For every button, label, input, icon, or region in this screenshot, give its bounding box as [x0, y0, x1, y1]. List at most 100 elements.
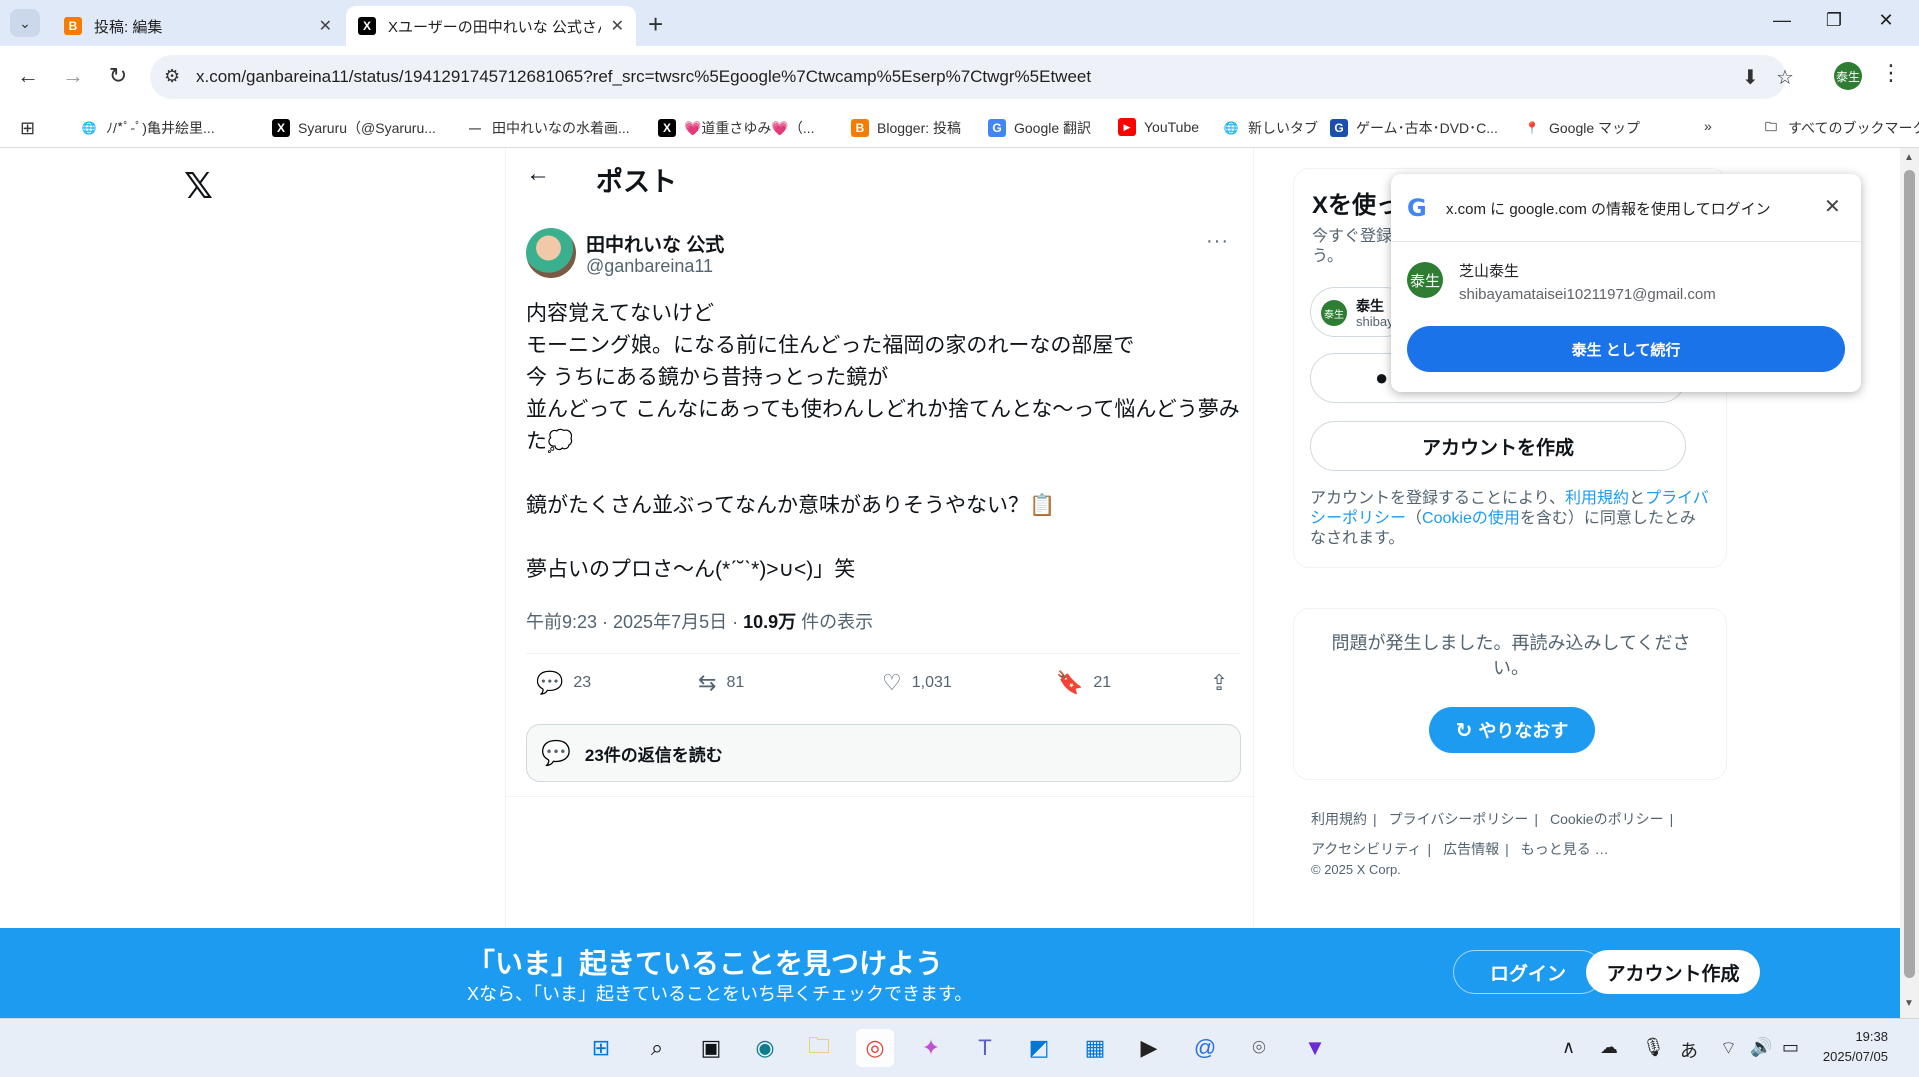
close-icon[interactable]: ✕	[1824, 194, 1841, 219]
bookmark-item[interactable]: G ゲーム･古本･DVD･C...	[1330, 118, 1498, 138]
teams-icon[interactable]: T	[966, 1029, 1004, 1067]
task-view-icon[interactable]: ▣	[692, 1029, 730, 1067]
signup-button[interactable]: アカウント作成	[1586, 950, 1760, 994]
bookmark-item[interactable]: — 田中れいなの水着画...	[466, 118, 630, 138]
bookmark-star-icon[interactable]: ☆	[1776, 65, 1794, 90]
avatar[interactable]	[526, 228, 576, 278]
reload-button[interactable]: ↻	[103, 61, 133, 91]
like-button[interactable]: ♡ 1,031	[882, 670, 952, 696]
author-name[interactable]: 田中れいな 公式	[586, 230, 724, 257]
youtube-icon: ▶	[1118, 118, 1136, 136]
scroll-up-icon[interactable]: ▲	[1904, 152, 1914, 163]
bookmark-item[interactable]: B Blogger: 投稿	[851, 118, 961, 138]
footer-link[interactable]: 利用規約	[1311, 811, 1367, 827]
login-button[interactable]: ログイン	[1453, 950, 1603, 994]
windows-taskbar: ⊞ ⌕ ▣ ◉ 🗀 ◎ ✦ T ◩ ▦ ▶ @ ⌾ ▼ ∧ ☁ 🎙 あ ⌔ 🔊 …	[0, 1018, 1919, 1077]
folder-icon: 🗀	[1764, 119, 1777, 134]
menu-icon[interactable]: ⋮	[1880, 60, 1902, 86]
close-icon[interactable]: ✕	[611, 16, 624, 36]
tab-x-post[interactable]: X Xユーザーの田中れいな 公式さん: 「内容覚えてないけど ✕	[346, 6, 636, 46]
bookmark-item[interactable]: ▶ YouTube	[1118, 118, 1199, 136]
terms-link[interactable]: 利用規約	[1565, 490, 1629, 507]
volume-icon[interactable]: 🔊	[1750, 1037, 1772, 1058]
retry-button[interactable]: ↻ やりなおす	[1429, 707, 1595, 753]
bookmark-item[interactable]: 🌐 ﾉ/*ﾟ-ﾟ)亀井絵里...	[80, 118, 215, 138]
start-icon[interactable]: ⊞	[582, 1029, 620, 1067]
scroll-thumb[interactable]	[1904, 170, 1915, 978]
footer-link[interactable]: もっと見る …	[1521, 841, 1609, 857]
search-icon[interactable]: ⌕	[638, 1029, 676, 1067]
onedrive-icon[interactable]: ☁	[1600, 1037, 1618, 1058]
microphone-icon[interactable]: 🎙	[1642, 1037, 1665, 1058]
all-bookmarks[interactable]: 🗀 すべてのブックマーク	[1762, 118, 1919, 138]
apps-icon[interactable]: ⊞	[20, 118, 35, 139]
heart-icon: ♡	[882, 670, 902, 695]
bookmark-item[interactable]: X 💗道重さゆみ💗（...	[658, 118, 815, 138]
tweet-timestamp[interactable]: 午前9:23 · 2025年7月5日 ·	[526, 612, 743, 632]
new-tab-button[interactable]: +	[648, 9, 663, 40]
reply-button[interactable]: 💬 23	[536, 670, 591, 696]
close-window-button[interactable]: ✕	[1866, 10, 1906, 31]
reply-icon: 💬	[541, 739, 571, 767]
store-icon[interactable]: ▦	[1076, 1029, 1114, 1067]
page-scrollbar[interactable]: ▲ ▼	[1900, 148, 1919, 1018]
divider	[506, 796, 1255, 797]
tab-strip: ⌄ B 投稿: 編集 ✕ X Xユーザーの田中れいな 公式さん: 「内容覚えてな…	[0, 0, 1919, 46]
create-account-button[interactable]: アカウントを作成	[1310, 421, 1686, 471]
more-options-icon[interactable]: ···	[1206, 230, 1229, 253]
chrome-icon[interactable]: ◎	[856, 1029, 894, 1067]
address-bar[interactable]: ⚙ x.com/ganbareina11/status/194129174571…	[150, 55, 1794, 99]
camera-icon[interactable]: ⌾	[1240, 1029, 1278, 1067]
bookmark-item[interactable]: G Google 翻訳	[988, 118, 1091, 138]
copyright: © 2025 X Corp.	[1311, 862, 1401, 877]
continue-as-button[interactable]: 泰生 として続行	[1407, 326, 1845, 372]
x-logo-icon[interactable]: 𝕏	[184, 166, 213, 207]
bookmark-item[interactable]: 📍 Google マップ	[1523, 118, 1641, 138]
wifi-icon[interactable]: ⌔	[1720, 1037, 1737, 1060]
globe-icon: 🌐	[1223, 121, 1239, 135]
share-button[interactable]: ⇪	[1210, 670, 1238, 696]
author-handle[interactable]: @ganbareina11	[586, 256, 713, 277]
restore-button[interactable]: ❐	[1814, 10, 1854, 31]
photos-icon[interactable]: ◩	[1020, 1029, 1058, 1067]
scroll-down-icon[interactable]: ▼	[1904, 998, 1914, 1009]
more-bookmarks-button[interactable]: »	[1704, 118, 1712, 134]
profile-avatar[interactable]: 泰生	[1834, 62, 1862, 90]
close-icon[interactable]: ✕	[319, 16, 332, 36]
forward-button[interactable]: →	[58, 61, 88, 91]
clock-date[interactable]: 2025/07/05	[1808, 1049, 1888, 1064]
clock-time[interactable]: 19:38	[1828, 1029, 1888, 1044]
footer-link[interactable]: プライバシーポリシー	[1389, 811, 1529, 827]
bookmark-item[interactable]: X Syaruru（@Syaruru...	[272, 118, 436, 138]
back-arrow-icon[interactable]: ←	[526, 160, 550, 188]
cookie-link[interactable]: Cookieの使用	[1422, 510, 1520, 527]
tab-search-button[interactable]: ⌄	[10, 9, 40, 37]
file-explorer-icon[interactable]: 🗀	[800, 1029, 838, 1067]
login-banner: 「いま」起きていることを見つけよう Xなら、「いま」起きていることをいち早くチェ…	[0, 928, 1900, 1018]
footer-link[interactable]: Cookieのポリシー	[1550, 811, 1664, 827]
copilot-icon[interactable]: ✦	[912, 1029, 950, 1067]
battery-icon[interactable]: ▭	[1782, 1037, 1799, 1058]
account-email: shibay	[1356, 314, 1394, 329]
tab-blogger[interactable]: B 投稿: 編集 ✕	[52, 6, 344, 46]
bookmark-button[interactable]: 🔖 21	[1056, 670, 1111, 696]
media-player-icon[interactable]: ▶	[1130, 1029, 1168, 1067]
video-editor-icon[interactable]: ▼	[1296, 1029, 1334, 1067]
repost-button[interactable]: ⇆ 81	[698, 670, 744, 696]
back-button[interactable]: ←	[13, 61, 43, 91]
mail-icon[interactable]: @	[1186, 1029, 1224, 1067]
error-card: 問題が発生しました。再読み込みしてください。 ↻ やりなおす	[1293, 608, 1727, 780]
ime-indicator[interactable]: あ	[1680, 1037, 1698, 1063]
bookmark-item[interactable]: 🌐 新しいタブ	[1222, 118, 1318, 138]
minimize-button[interactable]: —	[1762, 10, 1802, 31]
site-info-icon[interactable]: ⚙	[164, 66, 180, 87]
edge-icon[interactable]: ◉	[746, 1029, 784, 1067]
x-page: 𝕏 ← ポスト 田中れいな 公式 @ganbareina11 ··· 内容覚えて…	[0, 148, 1900, 928]
read-replies-button[interactable]: 💬 23件の返信を読む	[526, 724, 1241, 782]
url-text[interactable]: x.com/ganbareina11/status/19412917457126…	[196, 67, 1091, 87]
account-name: 泰生	[1356, 298, 1384, 314]
footer-link[interactable]: アクセシビリティ	[1311, 841, 1421, 857]
tray-overflow-icon[interactable]: ∧	[1562, 1037, 1575, 1058]
install-app-icon[interactable]: ⬇	[1742, 65, 1759, 90]
footer-link[interactable]: 広告情報	[1443, 841, 1499, 857]
